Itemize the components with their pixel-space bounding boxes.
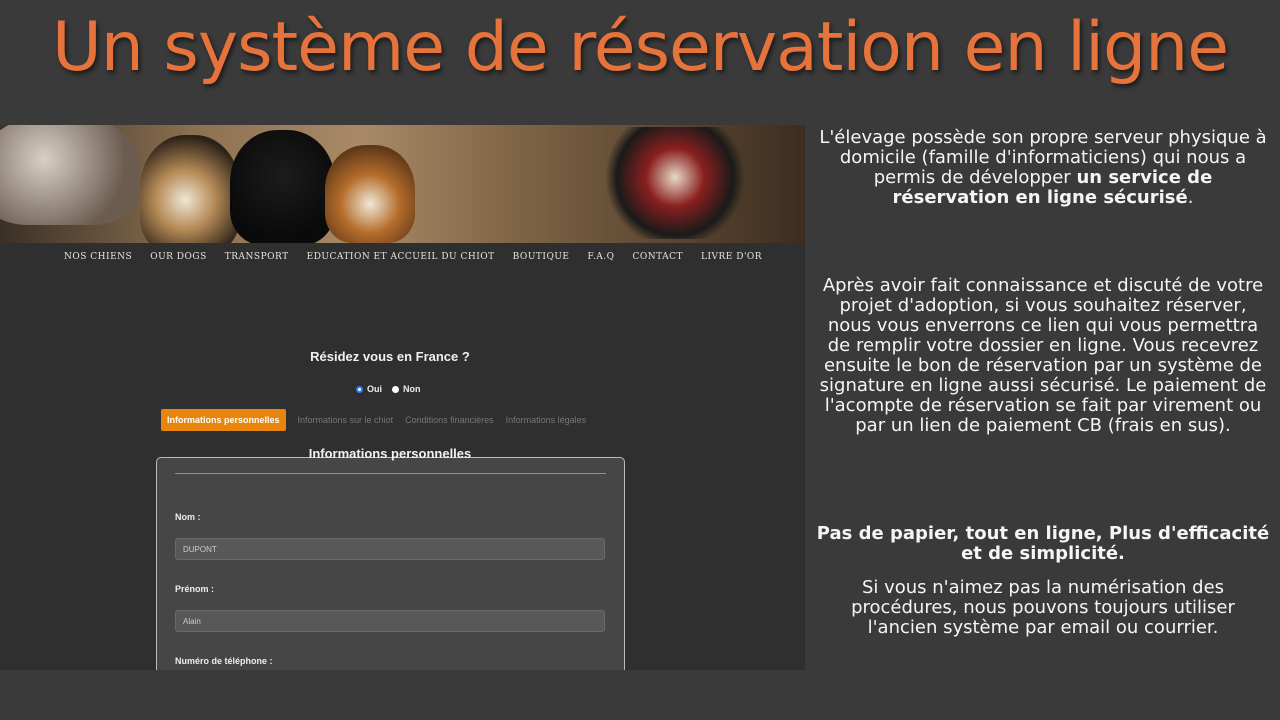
form-divider [175, 473, 606, 474]
dogs-banner [0, 125, 805, 243]
site-nav: NOS CHIENS OUR DOGS TRANSPORT EDUCATION … [55, 252, 771, 262]
tab-informations-personnelles[interactable]: Informations personnelles [161, 409, 286, 431]
residence-question: Résidez vous en France ? [310, 349, 470, 364]
paragraph-server-end: . [1187, 187, 1194, 208]
dog-image [0, 125, 140, 225]
form-steps: Informations personnelles Informations s… [161, 409, 586, 431]
radio-non-label: Non [403, 384, 421, 394]
prenom-input[interactable]: Alain [175, 610, 605, 632]
nav-item-education[interactable]: EDUCATION ET ACCUEIL DU CHIOT [307, 252, 495, 262]
paragraph-process: Après avoir fait connaissance et discuté… [819, 275, 1267, 436]
personal-info-form: Nom : DUPONT Prénom : Alain Numéro de té… [156, 457, 625, 670]
dog-image [230, 130, 335, 243]
website-screenshot: NOS CHIENS OUR DOGS TRANSPORT EDUCATION … [0, 125, 805, 670]
dog-image [140, 135, 240, 243]
radio-non[interactable]: Non [392, 384, 421, 394]
tab-informations-chiot[interactable]: Informations sur le chiot [298, 415, 394, 425]
radio-oui[interactable]: Oui [356, 384, 382, 394]
nom-input[interactable]: DUPONT [175, 538, 605, 560]
paragraph-server: L'élevage possède son propre serveur phy… [816, 128, 1270, 208]
tab-conditions-financieres[interactable]: Conditions financières [405, 415, 494, 425]
radio-unselected-icon [392, 385, 399, 393]
nav-item-nos-chiens[interactable]: NOS CHIENS [64, 252, 132, 262]
form-title: Informations personnelles [308, 446, 472, 461]
residence-radio-group: Oui Non [356, 384, 421, 394]
paragraph-paperless: Pas de papier, tout en ligne, Plus d'eff… [816, 523, 1270, 564]
nav-item-contact[interactable]: CONTACT [632, 252, 683, 262]
radio-oui-label: Oui [367, 384, 382, 394]
nav-item-faq[interactable]: F.A.Q [588, 252, 615, 262]
telephone-label: Numéro de téléphone : [175, 656, 273, 666]
dog-image [325, 145, 415, 243]
prenom-label: Prénom : [175, 584, 215, 594]
nav-item-livre-dor[interactable]: LIVRE D'OR [701, 252, 762, 262]
radio-selected-icon [356, 385, 363, 393]
nav-item-transport[interactable]: TRANSPORT [225, 252, 289, 262]
tab-informations-legales[interactable]: Informations légales [506, 415, 587, 425]
nav-item-boutique[interactable]: BOUTIQUE [513, 252, 570, 262]
slide-title: Un système de réservation en ligne [51, 8, 1229, 87]
paragraph-alternative: Si vous n'aimez pas la numérisation des … [851, 577, 1235, 638]
emblem-image [600, 127, 750, 239]
nom-label: Nom : [175, 512, 201, 522]
nav-item-our-dogs[interactable]: OUR DOGS [150, 252, 207, 262]
